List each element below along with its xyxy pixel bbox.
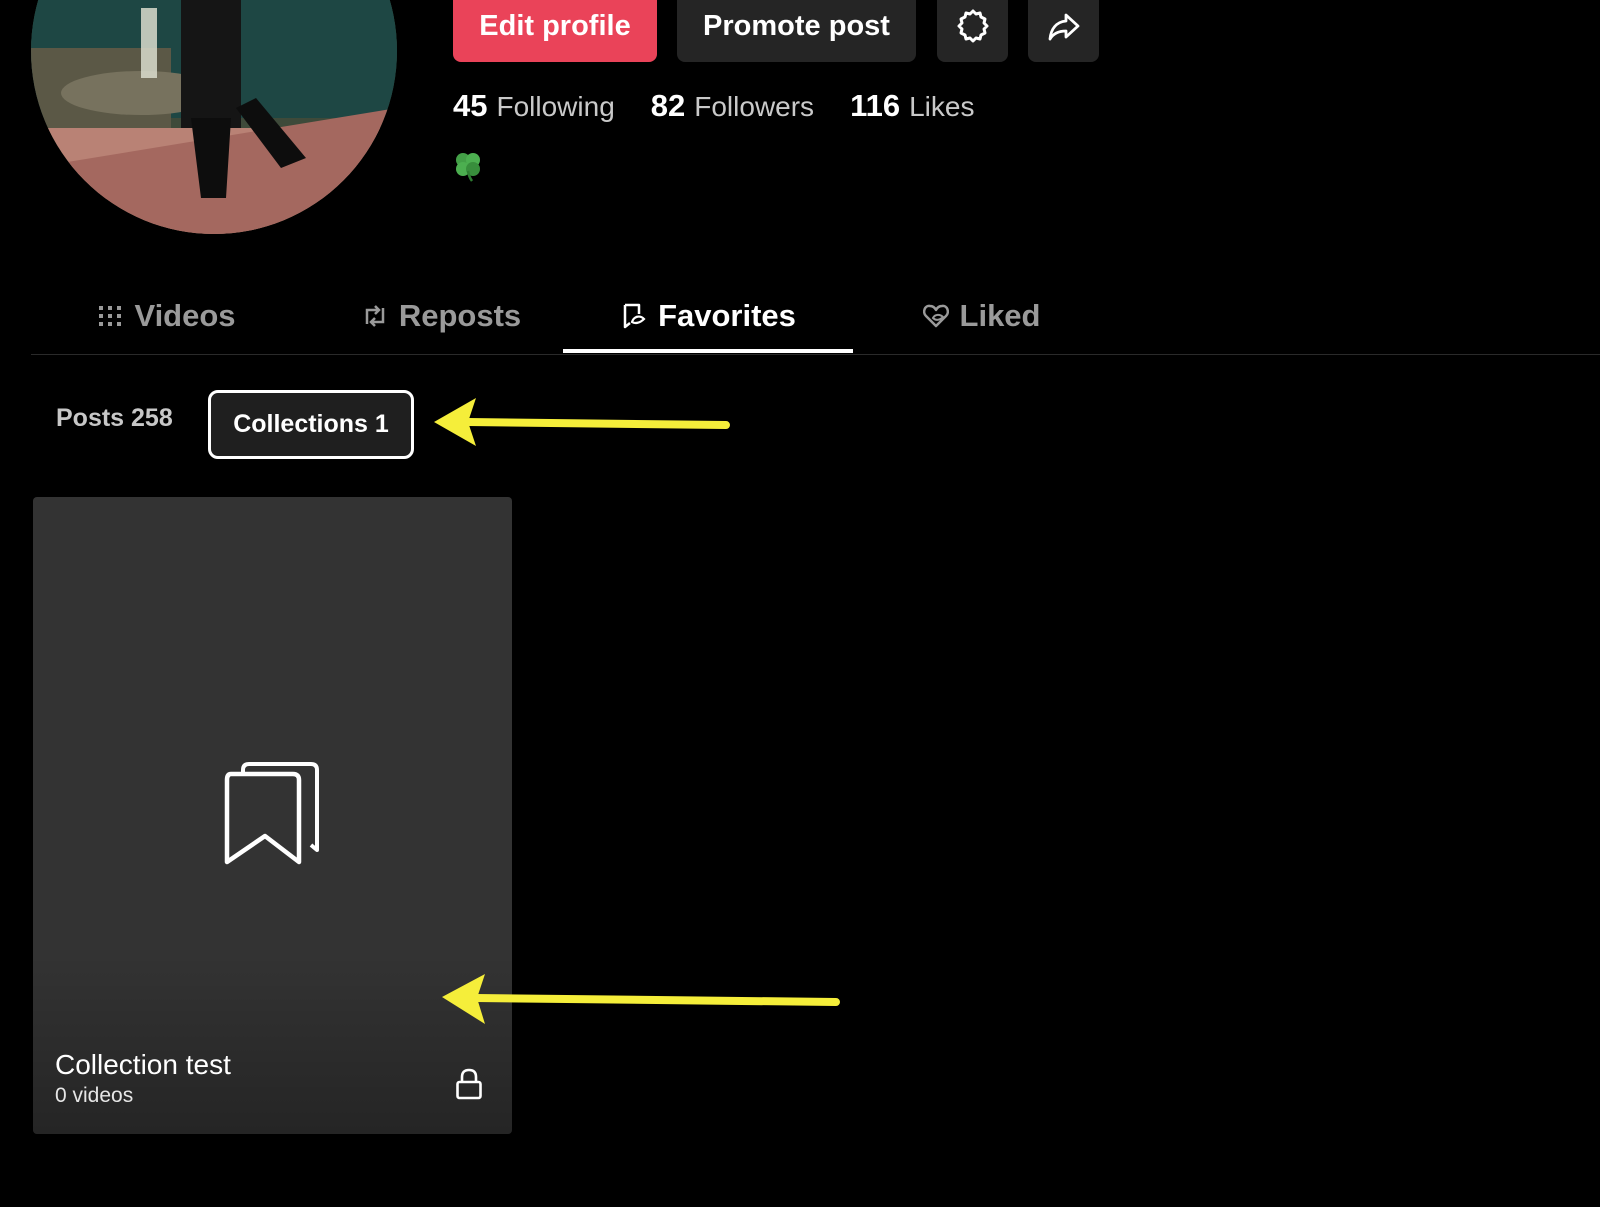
stat-following[interactable]: 45 Following — [453, 88, 615, 124]
lock-icon — [456, 1068, 482, 1100]
tab-favorites-label: Favorites — [658, 298, 796, 333]
tab-favorites[interactable]: Favorites — [563, 280, 853, 352]
tab-videos-label: Videos — [134, 298, 236, 333]
following-count: 45 — [453, 88, 488, 123]
annotation-arrow-collection-card — [442, 974, 840, 1024]
tab-liked[interactable]: Liked — [891, 280, 1071, 352]
avatar-photo — [31, 0, 397, 234]
annotation-arrow-collections — [434, 398, 730, 446]
profile-tabs: Videos Reposts Favorites Liked — [31, 280, 1600, 355]
subtab-posts[interactable]: Posts 258 — [56, 404, 173, 433]
four-leaf-clover-icon — [451, 149, 485, 183]
grid-icon — [99, 306, 122, 326]
promote-post-label: Promote post — [703, 9, 890, 42]
repost-icon — [365, 305, 385, 327]
settings-button[interactable] — [937, 0, 1008, 62]
collection-video-count: 0 videos — [55, 1084, 134, 1107]
bookmark-icon — [623, 303, 646, 329]
edit-profile-label: Edit profile — [479, 9, 631, 42]
followers-count: 82 — [650, 88, 686, 123]
tab-liked-label: Liked — [959, 298, 1041, 333]
collection-title: Collection test — [55, 1049, 231, 1080]
stat-followers[interactable]: 82 Followers — [651, 88, 814, 124]
followers-label: Followers — [694, 91, 815, 122]
share-profile-button[interactable] — [1028, 0, 1099, 62]
tab-reposts-label: Reposts — [398, 298, 522, 333]
profile-stats: 45 Following 82 Followers 116 Likes — [453, 88, 1010, 132]
collection-card[interactable]: Collection test 0 videos — [33, 497, 512, 1134]
following-label: Following — [496, 91, 615, 122]
subtab-collections-label: Collections 1 — [233, 410, 389, 438]
likes-count: 116 — [850, 88, 901, 123]
subtab-collections[interactable]: Collections 1 — [208, 390, 414, 459]
heart-icon — [922, 304, 949, 328]
edit-profile-button[interactable]: Edit profile — [453, 0, 657, 62]
promote-post-button[interactable]: Promote post — [677, 0, 916, 62]
tab-videos[interactable]: Videos — [81, 280, 251, 352]
share-arrow-icon — [1048, 13, 1079, 41]
active-tab-indicator — [563, 349, 853, 353]
profile-avatar[interactable] — [31, 0, 397, 234]
tab-reposts[interactable]: Reposts — [331, 280, 551, 352]
collection-bookmarks-icon — [224, 762, 319, 865]
settings-gear-icon — [957, 9, 988, 43]
stat-likes: 116 Likes — [850, 88, 974, 124]
likes-label: Likes — [909, 91, 975, 122]
